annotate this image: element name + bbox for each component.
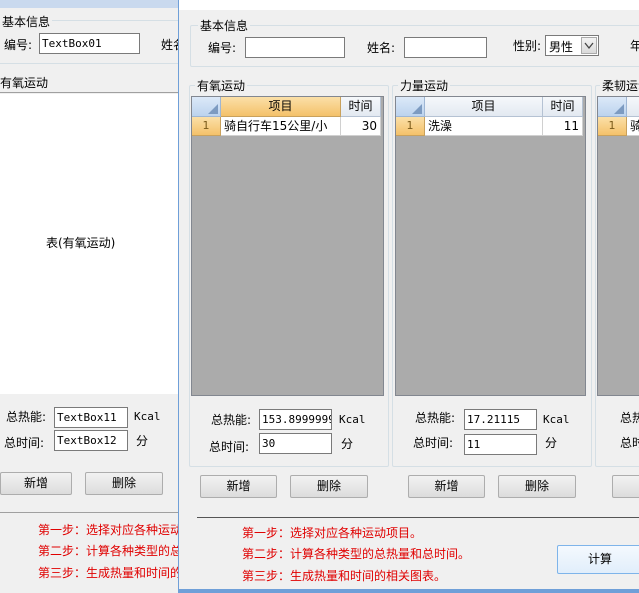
flexibility-total-time-label: 总时 — [620, 436, 639, 450]
strength-total-cal-label: 总热能: — [415, 411, 456, 425]
gender-select[interactable]: 男性 — [545, 35, 599, 56]
name-input[interactable] — [404, 37, 487, 58]
strength-delete-button[interactable]: 删除 — [498, 475, 576, 498]
back-id-field[interactable]: TextBox01 — [39, 33, 140, 54]
flexibility-add-button[interactable] — [612, 475, 639, 498]
aerobic-total-time-input[interactable]: 30 — [259, 433, 332, 454]
back-total-cal-label: 总热能: — [6, 410, 47, 424]
strength-grid-corner[interactable] — [396, 97, 425, 117]
aerobic-col-item[interactable]: 项目 — [221, 97, 341, 117]
back-total-time-label: 总时间: — [4, 436, 45, 450]
step-1: 第一步：选择对应各种运动项目。 — [242, 526, 423, 540]
back-step-3: 第三步：生成热量和时间的 — [38, 566, 183, 580]
basic-info-label: 基本信息 — [198, 17, 251, 34]
aerobic-grid-corner[interactable] — [192, 97, 221, 117]
strength-add-button[interactable]: 新增 — [408, 475, 485, 498]
strength-col-item[interactable]: 项目 — [425, 97, 543, 117]
gender-select-value: 男性 — [549, 40, 574, 54]
back-step-2: 第二步：计算各种类型的总 — [38, 544, 183, 558]
aerobic-grid: 项目 时间 1 骑自行车15公里/小 30 — [191, 96, 384, 396]
strength-total-cal-input[interactable]: 17.21115 — [464, 409, 537, 430]
strength-col-time[interactable]: 时间 — [543, 97, 583, 117]
aerobic-col-time[interactable]: 时间 — [341, 97, 381, 117]
aerobic-total-cal-input[interactable]: 153.89999999 — [259, 409, 332, 430]
back-table-placeholder: 表(有氧运动) — [46, 236, 116, 250]
flexibility-grid-corner[interactable] — [598, 97, 627, 117]
flexibility-row-item[interactable]: 骑 — [627, 117, 639, 136]
strength-panel-title: 力量运动 — [398, 77, 451, 94]
strength-grid: 项目 时间 1 洗澡 11 — [395, 96, 586, 396]
back-aerobic-table: 表(有氧运动) — [0, 94, 178, 394]
back-minute-unit: 分 — [136, 434, 149, 448]
back-aerobic-divider — [0, 92, 190, 93]
calculate-button[interactable]: 计算 — [557, 545, 639, 574]
flexibility-grid: 1 骑 — [597, 96, 639, 396]
steps-divider — [197, 517, 639, 518]
gender-label: 性别: — [513, 39, 542, 53]
aerobic-row-number[interactable]: 1 — [192, 117, 221, 136]
aerobic-row-item[interactable]: 骑自行车15公里/小 — [221, 117, 341, 136]
back-window: 基本信息 编号: TextBox01 姓名 有氧运动 表(有氧运动) 总热能: … — [0, 0, 190, 593]
step-2: 第二步：计算各种类型的总热量和总时间。 — [242, 547, 471, 561]
strength-row-number[interactable]: 1 — [396, 117, 425, 136]
aerobic-total-time-label: 总时间: — [209, 440, 250, 454]
id-input[interactable] — [245, 37, 345, 58]
strength-minute-unit: 分 — [545, 436, 558, 450]
aerobic-panel-title: 有氧运动 — [195, 77, 248, 94]
age-label: 年 — [630, 39, 639, 53]
strength-row-item[interactable]: 洗澡 — [425, 117, 543, 136]
strength-row-time[interactable]: 11 — [543, 117, 583, 136]
id-label: 编号: — [208, 41, 237, 55]
front-window-titlebar — [179, 0, 639, 10]
back-id-label: 编号: — [4, 38, 33, 52]
front-window: 基本信息 编号: 姓名: 性别: 男性 年 有氧运动 项目 时间 1 骑自行车1… — [178, 0, 639, 593]
back-window-titlebar — [0, 0, 190, 8]
chevron-down-icon — [581, 37, 597, 54]
strength-kcal-unit: Kcal — [543, 413, 570, 426]
back-total-time-field[interactable]: TextBox12 — [54, 430, 128, 451]
front-window-bottom-border — [179, 589, 639, 593]
back-step-1: 第一步：选择对应各种运动 — [38, 523, 183, 537]
back-aerobic-label: 有氧运动 — [0, 76, 49, 90]
flexibility-panel-title: 柔韧运动 — [600, 77, 639, 94]
flexibility-total-cal-label: 总热 — [620, 411, 639, 425]
back-kcal-unit: Kcal — [134, 410, 161, 423]
step-3: 第三步：生成热量和时间的相关图表。 — [242, 569, 447, 583]
back-basic-info-label: 基本信息 — [0, 13, 53, 30]
back-total-cal-field[interactable]: TextBox11 — [54, 407, 128, 428]
aerobic-row-time[interactable]: 30 — [341, 117, 381, 136]
aerobic-kcal-unit: Kcal — [339, 413, 366, 426]
name-label: 姓名: — [367, 41, 396, 55]
back-add-button[interactable]: 新增 — [0, 472, 72, 495]
flexibility-row-number[interactable]: 1 — [598, 117, 627, 136]
aerobic-total-cal-label: 总热能: — [211, 413, 252, 427]
aerobic-add-button[interactable]: 新增 — [200, 475, 277, 498]
aerobic-delete-button[interactable]: 删除 — [290, 475, 368, 498]
flexibility-col-item[interactable] — [627, 97, 639, 117]
strength-total-time-input[interactable]: 11 — [464, 434, 537, 455]
back-steps-divider — [0, 512, 190, 513]
back-delete-button[interactable]: 删除 — [85, 472, 163, 495]
strength-total-time-label: 总时间: — [413, 436, 454, 450]
aerobic-minute-unit: 分 — [341, 437, 354, 451]
